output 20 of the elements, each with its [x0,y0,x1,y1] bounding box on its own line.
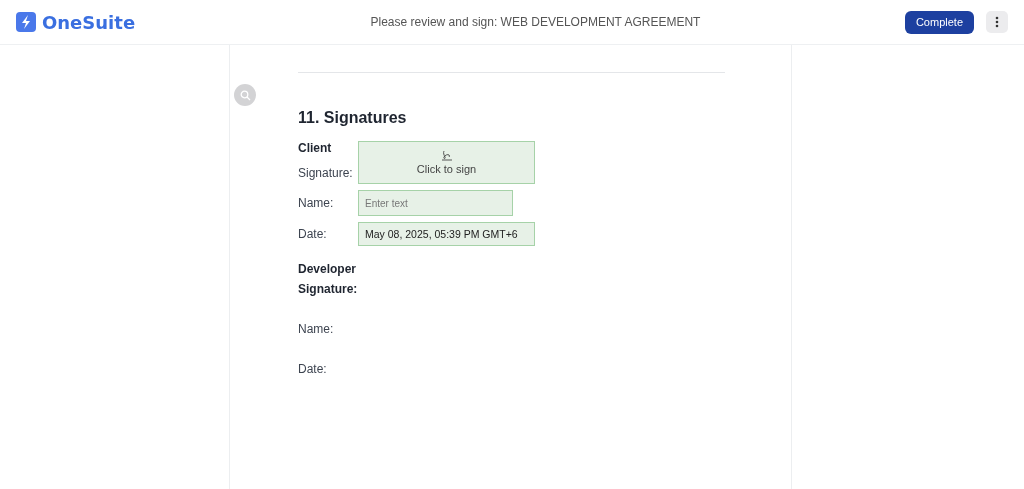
lightning-logo-icon [16,12,36,32]
field-label: Signature: [298,165,354,180]
signature-field[interactable]: Click to sign [358,141,535,184]
more-icon [995,16,999,28]
field-label: Date: [298,362,328,376]
field-label: Name: [298,196,335,210]
section-heading: 11. Signatures [298,109,408,127]
complete-button[interactable]: Complete [904,10,974,34]
date-field[interactable]: May 08, 2025, 05:39 PM GMT+6 [358,222,535,246]
field-label: Date: [298,227,328,241]
field-label: Name: [298,322,335,336]
signature-icon [440,150,453,161]
name-input[interactable]: Enter text [358,190,513,216]
search-icon [239,89,251,101]
more-options-button[interactable] [986,11,1008,33]
party-name: Client [298,141,333,155]
logo-text: OneSuite [42,11,136,33]
field-label: Signature: [298,282,358,296]
document-title: Please review and sign: WEB DEVELOPMENT AGREEMENT [369,15,702,29]
party-name: Developer [298,262,358,276]
